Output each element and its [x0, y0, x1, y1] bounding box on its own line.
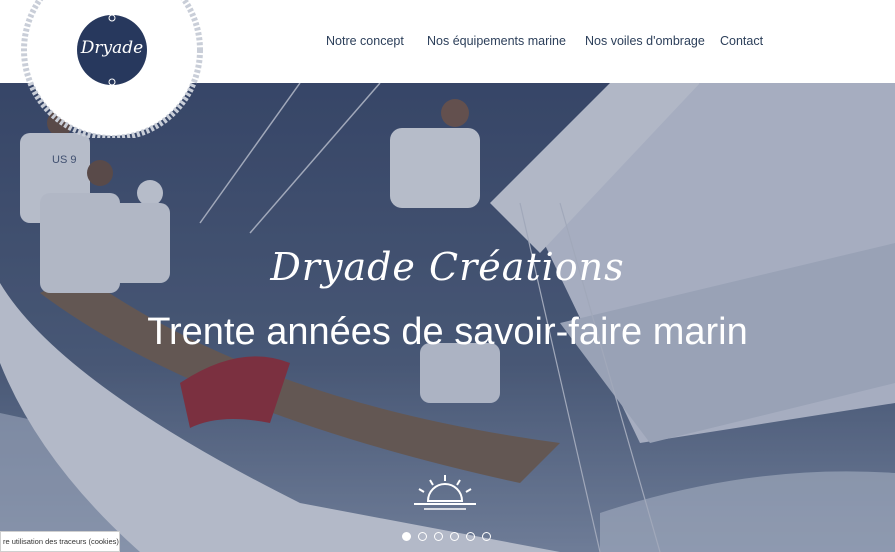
sunrise-icon: [414, 475, 476, 510]
hero-script-title: Dryade Créations: [270, 245, 625, 289]
slider-dot[interactable]: [482, 532, 491, 541]
slider-dot[interactable]: [434, 532, 443, 541]
slider-dot[interactable]: [450, 532, 459, 541]
nav-link-equipements-marine[interactable]: Nos équipements marine: [427, 34, 566, 48]
nav-link-voiles-ombrage[interactable]: Nos voiles d'ombrage: [585, 34, 705, 48]
slider-pagination: [402, 532, 502, 544]
logo[interactable]: Dryade: [18, 0, 206, 141]
slider-dot[interactable]: [418, 532, 427, 541]
cookie-consent-link[interactable]: re utilisation des traceurs (cookies): [0, 531, 120, 552]
nav-link-contact[interactable]: Contact: [720, 34, 763, 48]
rope-ring-logo-graphic: [21, 0, 203, 141]
hero-main-title: Trente années de savoir-faire marin: [147, 311, 748, 353]
slider-dot[interactable]: [466, 532, 475, 541]
nav-link-notre-concept[interactable]: Notre concept: [326, 34, 404, 48]
slider-dot[interactable]: [402, 532, 411, 541]
logo-text: Dryade: [80, 38, 144, 58]
hero-banner: US 9 Dryade Créations Trente années de s…: [0, 83, 895, 552]
